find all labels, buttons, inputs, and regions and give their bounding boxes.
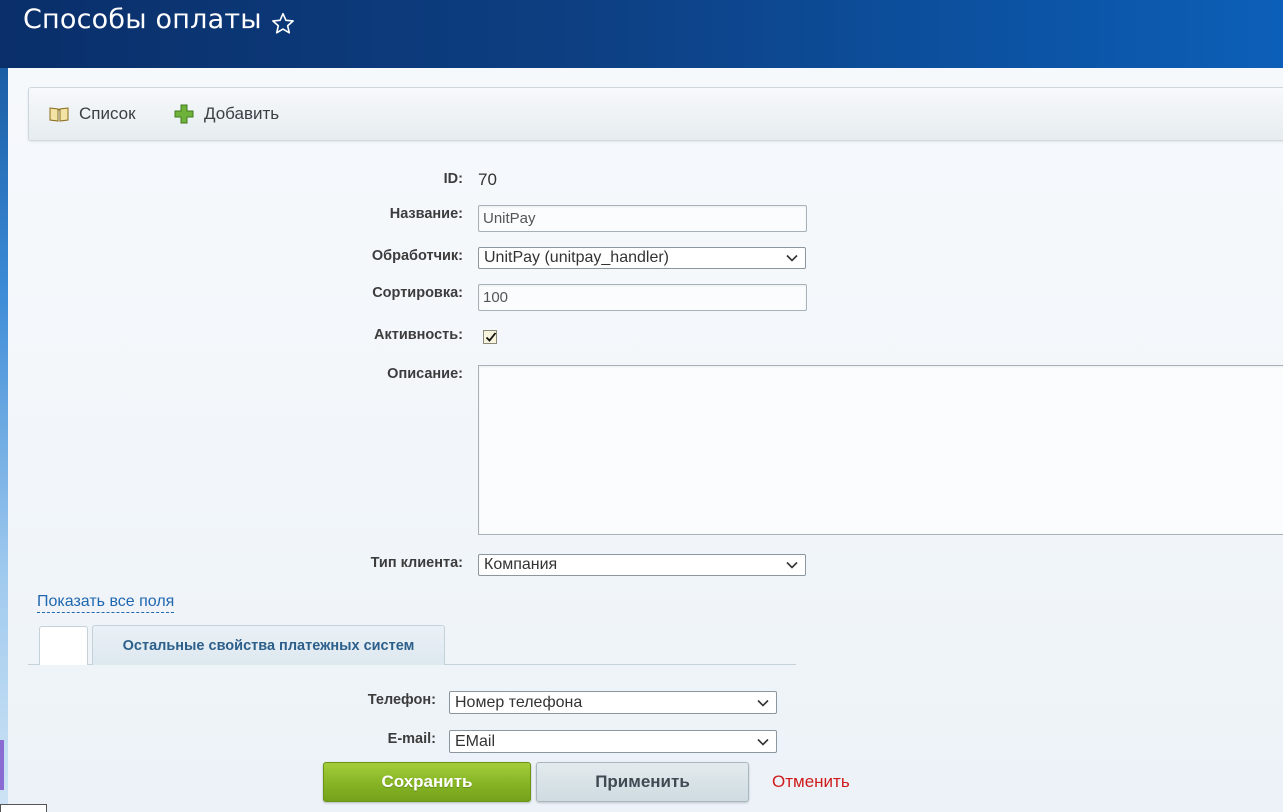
sort-field[interactable]	[478, 284, 807, 311]
phone-select-value: Номер телефона	[455, 693, 583, 711]
tab-payment-system-properties[interactable]: Остальные свойства платежных систем	[92, 625, 445, 665]
handler-select[interactable]: UnitPay (unitpay_handler)	[478, 247, 806, 269]
cancel-link[interactable]: Отменить	[772, 772, 850, 792]
plus-icon	[174, 104, 194, 124]
book-icon	[49, 107, 69, 122]
phone-select[interactable]: Номер телефона	[449, 691, 777, 714]
description-label: Описание:	[387, 366, 463, 382]
chevron-down-icon	[786, 561, 798, 569]
chevron-down-icon	[786, 254, 798, 262]
sort-label: Сортировка:	[372, 285, 463, 301]
handler-select-value: UnitPay (unitpay_handler)	[484, 249, 669, 266]
active-checkbox[interactable]	[483, 330, 497, 344]
handler-label: Обработчик:	[371, 248, 463, 264]
phone-label: Телефон:	[367, 692, 436, 708]
client-type-select[interactable]: Компания	[478, 554, 806, 576]
toolbar: Список Добавить	[28, 87, 1283, 141]
id-label: ID:	[443, 171, 463, 187]
client-type-select-value: Компания	[484, 556, 558, 573]
page-title: Способы оплаты	[23, 4, 262, 35]
star-icon[interactable]	[270, 11, 296, 37]
list-button-label: Список	[79, 104, 136, 123]
active-label: Активность:	[374, 327, 463, 343]
id-value: 70	[478, 170, 497, 189]
chevron-down-icon	[757, 738, 769, 746]
client-type-label: Тип клиента:	[370, 555, 463, 571]
email-select[interactable]: EMail	[449, 730, 777, 753]
list-button[interactable]: Список	[49, 88, 136, 140]
corner-box	[0, 804, 47, 812]
checkmark-icon	[485, 332, 497, 342]
tab-empty[interactable]	[39, 626, 88, 665]
name-field[interactable]	[478, 205, 807, 232]
save-button[interactable]: Сохранить	[323, 762, 531, 802]
email-label: E-mail:	[387, 731, 436, 747]
name-label: Название:	[389, 206, 463, 222]
left-edge-strip	[0, 740, 4, 790]
email-select-value: EMail	[455, 732, 496, 750]
description-textarea[interactable]	[478, 365, 1283, 535]
add-button[interactable]: Добавить	[174, 88, 279, 140]
chevron-down-icon	[757, 699, 769, 707]
show-all-fields-link[interactable]: Показать все поля	[37, 593, 175, 613]
add-button-label: Добавить	[204, 104, 280, 123]
apply-button[interactable]: Применить	[536, 762, 749, 802]
